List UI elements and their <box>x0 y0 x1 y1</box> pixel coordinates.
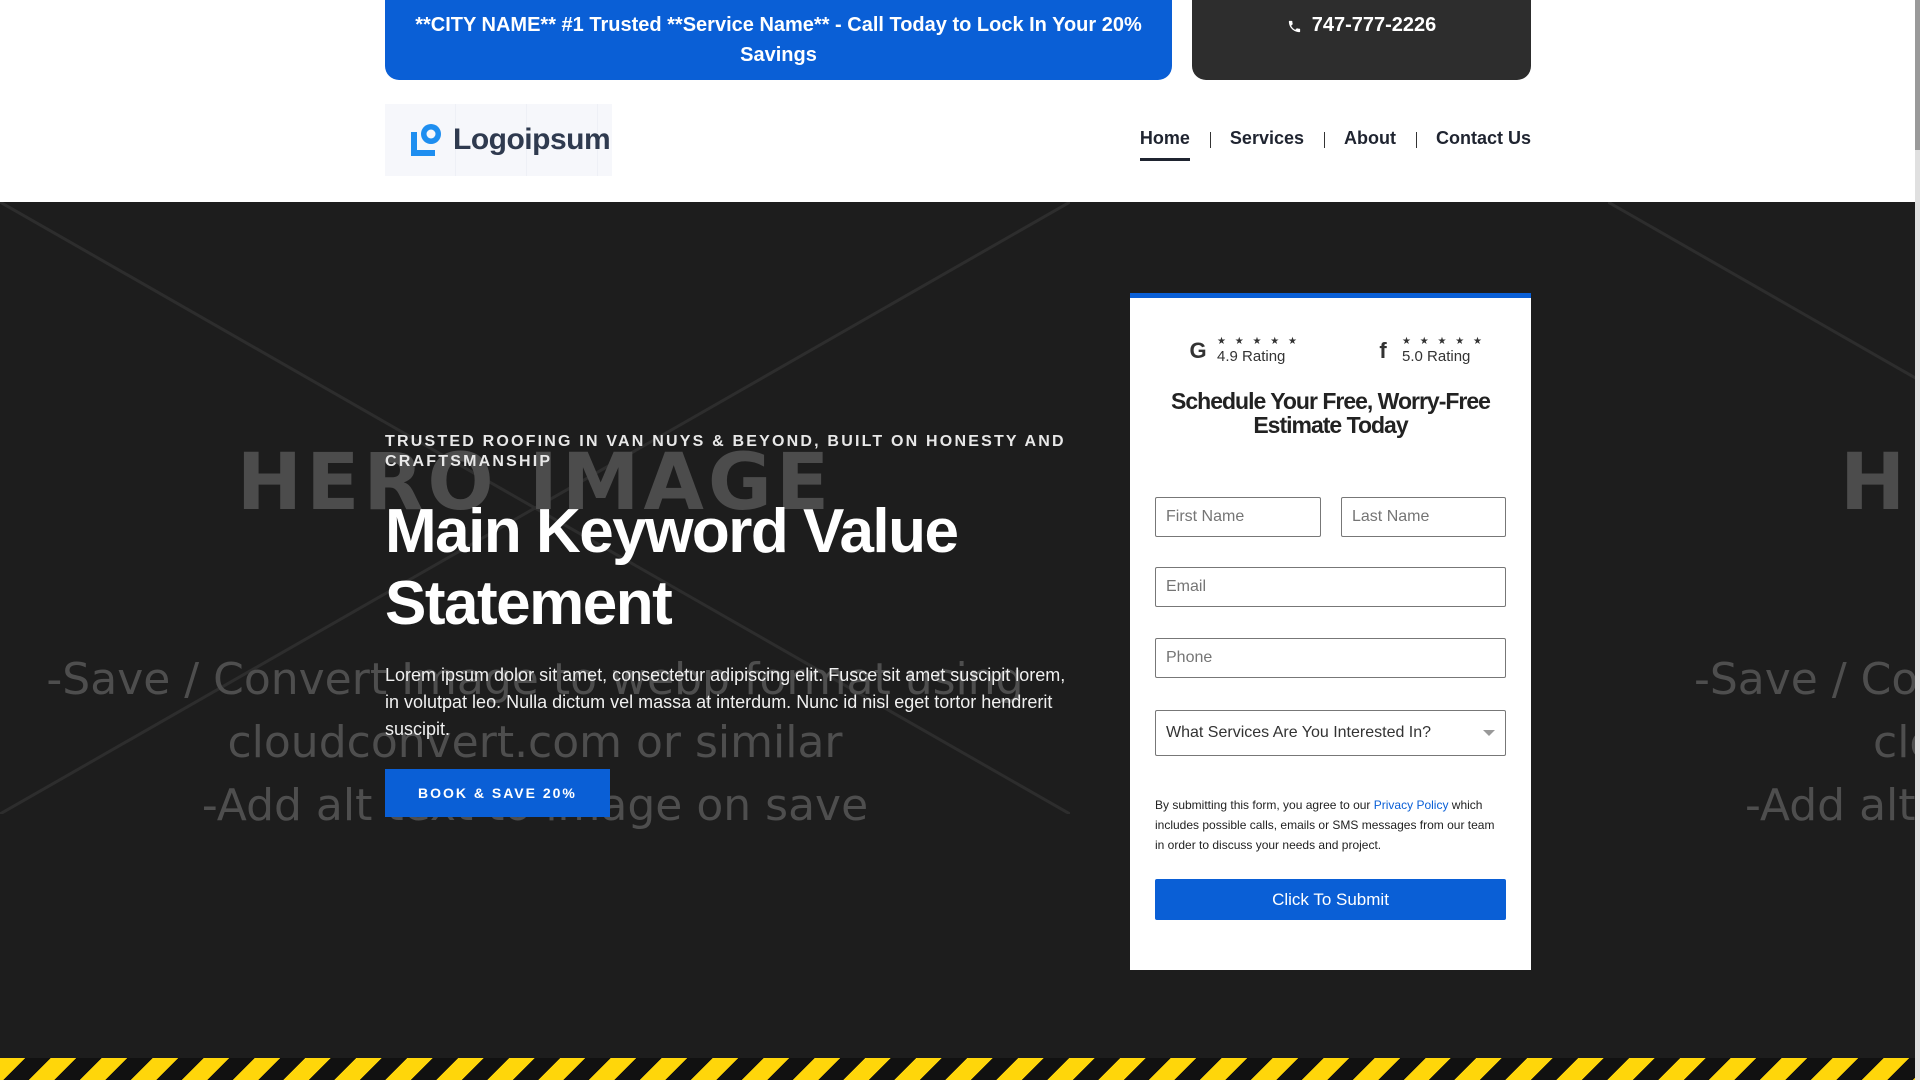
nav-about[interactable]: About <box>1324 122 1416 155</box>
book-save-button[interactable]: BOOK & SAVE 20% <box>385 769 610 817</box>
facebook-rating-text: 5.0 Rating <box>1402 348 1471 365</box>
privacy-policy-link[interactable]: Privacy Policy <box>1374 798 1449 812</box>
facebook-stars: ★ ★ ★ ★ ★ <box>1402 336 1485 347</box>
service-select-value: What Services Are You Interested In? <box>1166 724 1432 741</box>
site-logo[interactable]: Logoipsum <box>385 104 612 176</box>
nav-home[interactable]: Home <box>1139 122 1210 161</box>
page-scrollbar[interactable] <box>1915 0 1920 1080</box>
phone-icon <box>1288 20 1300 33</box>
phone-number: 747-777-2226 <box>1311 14 1437 36</box>
consent-text: By submitting this form, you agree to ou… <box>1155 795 1506 855</box>
service-select[interactable]: What Services Are You Interested In? <box>1155 710 1506 756</box>
facebook-rating: f ★ ★ ★ ★ ★ 5.0 Rating <box>1372 336 1485 366</box>
promo-text: **CITY NAME** #1 Trusted **Service Name*… <box>415 14 1142 66</box>
last-name-input[interactable] <box>1341 497 1506 537</box>
consent-text-before: By submitting this form, you agree to ou… <box>1155 798 1374 812</box>
submit-button[interactable]: Click To Submit <box>1155 879 1506 920</box>
phone-input[interactable] <box>1155 638 1506 678</box>
form-title: Schedule Your Free, Worry-Free Estimate … <box>1171 388 1491 438</box>
email-input[interactable] <box>1155 567 1506 607</box>
logo-mark-icon <box>407 120 447 160</box>
google-stars: ★ ★ ★ ★ ★ <box>1217 336 1300 347</box>
google-rating-text: 4.9 Rating <box>1217 348 1286 365</box>
hero-heading: Main Keyword Value Statement <box>385 497 959 638</box>
google-icon: G <box>1189 338 1207 363</box>
first-name-input[interactable] <box>1155 497 1321 537</box>
hero-section: HERO IMAGE -Save / Convert Image to webp… <box>0 202 1915 1060</box>
google-rating: G ★ ★ ★ ★ ★ 4.9 Rating <box>1187 336 1300 366</box>
hero-content: TRUSTED ROOFING IN VAN NUYS & BEYOND, BU… <box>385 432 1075 817</box>
phone-call-button[interactable]: 747-777-2226 <box>1192 0 1531 80</box>
hero-eyebrow: TRUSTED ROOFING IN VAN NUYS & BEYOND, BU… <box>385 433 1066 470</box>
main-nav: Home Services About Contact Us <box>1139 122 1531 161</box>
nav-services[interactable]: Services <box>1209 122 1324 155</box>
nav-contact-us[interactable]: Contact Us <box>1415 122 1531 155</box>
chevron-down-icon <box>1483 730 1495 736</box>
ratings-row: G ★ ★ ★ ★ ★ 4.9 Rating f ★ ★ ★ ★ ★ 5.0 R… <box>1130 336 1531 376</box>
site-header: Logoipsum Home Services About Contact Us <box>385 100 1531 180</box>
caution-stripe-divider <box>0 1058 1915 1080</box>
hero-description: Lorem ipsum dolor sit amet, consectetur … <box>385 665 1066 739</box>
facebook-icon: f <box>1379 338 1387 363</box>
estimate-form-card: G ★ ★ ★ ★ ★ 4.9 Rating f ★ ★ ★ ★ ★ 5.0 R… <box>1130 293 1531 970</box>
logo-text: Logoipsum <box>453 123 611 156</box>
top-promo-bar: **CITY NAME** #1 Trusted **Service Name*… <box>385 0 1531 80</box>
promo-banner: **CITY NAME** #1 Trusted **Service Name*… <box>385 0 1172 80</box>
